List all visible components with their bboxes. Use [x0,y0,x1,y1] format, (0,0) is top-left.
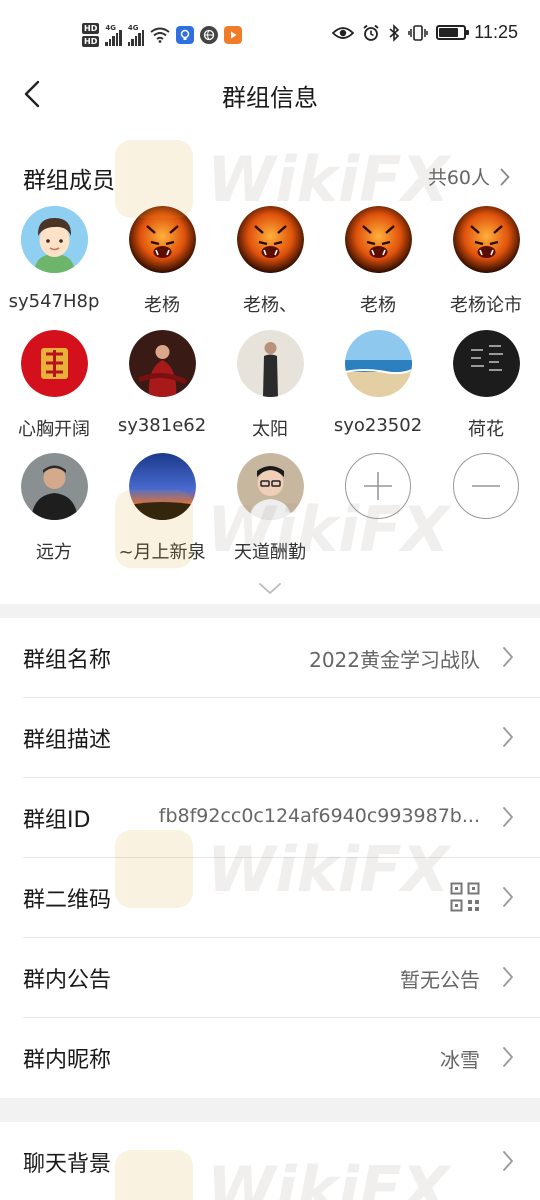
announcement-value: 暂无公告 [400,968,480,992]
status-bar-right: 11:25 [332,22,518,43]
section-divider [0,1098,540,1122]
status-bar-left: HD HD 4G 4G [82,20,243,50]
add-member-button[interactable] [324,453,432,519]
member-item[interactable]: 荷花 [432,330,540,441]
group-id-label: 群组ID [23,808,91,833]
chat-background-row[interactable]: 聊天背景 [0,1122,540,1200]
remove-member-button[interactable] [432,453,540,519]
group-id-value: fb8f92cc0c124af6940c993987b... [158,805,480,827]
nickname-label: 群内昵称 [23,1048,112,1073]
title-bar: 群组信息 [0,70,540,120]
member-item[interactable]: 老杨、 [216,206,324,317]
member-name: ~月上新泉 [118,542,206,563]
chat-background-label: 聊天背景 [23,1152,112,1177]
member-name: 太阳 [252,419,288,440]
play-app-icon [224,26,243,44]
members-header: 群组成员 共60人 [0,155,540,199]
member-name: syo23502 [333,415,423,436]
members-count: 共60人 [427,167,490,189]
signal-icon: 4G [105,24,122,46]
member-name: 老杨 [144,295,180,316]
group-name-label: 群组名称 [23,648,112,673]
avatar [236,453,304,520]
member-item[interactable]: 心胸开阔 [0,330,108,441]
avatar [452,330,520,397]
chevron-right-icon [503,807,513,827]
member-name: 远方 [36,542,72,563]
chevron-right-icon [503,647,513,667]
status-bar: HD HD 4G 4G 11:25 [0,0,540,70]
member-item[interactable]: syo23502 [324,330,432,436]
battery-icon [436,25,470,40]
member-name: 荷花 [468,419,504,440]
page-title: 群组信息 [222,84,318,112]
member-item[interactable]: 老杨 [324,206,432,317]
avatar [452,206,520,273]
hd-badge-2: HD [82,36,100,47]
announcement-row[interactable]: 群内公告 暂无公告 [0,938,540,1018]
group-description-label: 群组描述 [23,728,112,753]
announcement-label: 群内公告 [23,968,112,993]
lightbulb-app-icon [176,26,195,44]
member-item[interactable]: 天道酬勤 [216,453,324,564]
bluetooth-icon [389,23,400,42]
member-name: 老杨论市 [450,295,522,316]
signal-icon: 4G [127,24,145,46]
member-item[interactable]: 老杨 [108,206,216,317]
avatar [128,453,196,520]
group-description-row[interactable]: 群组描述 [0,698,540,778]
avatar [344,206,412,273]
member-item[interactable]: 老杨论市 [432,206,540,317]
wifi-icon [150,27,170,43]
alarm-icon [363,24,379,41]
avatar [236,330,304,397]
member-item[interactable]: ~月上新泉 [108,453,216,564]
qr-code-row[interactable]: 群二维码 [0,858,540,938]
member-name: 天道酬勤 [234,542,306,563]
member-item[interactable]: 太阳 [216,330,324,441]
minus-icon [472,485,500,487]
avatar [20,330,88,397]
member-name: sy547H8p [8,291,100,312]
qr-code-icon [450,882,480,912]
nickname-row[interactable]: 群内昵称 冰雪 [0,1018,540,1098]
chevron-right-icon [500,168,510,185]
chevron-right-icon [503,887,513,907]
members-count-link[interactable]: 共60人 [428,163,510,190]
avatar [20,206,88,273]
member-name: 心胸开阔 [18,419,90,440]
hd-badge-1: HD [82,23,100,34]
nickname-value: 冰雪 [440,1048,480,1072]
member-name: sy381e62 [117,415,207,436]
chevron-right-icon [503,1151,513,1171]
chevron-right-icon [503,1047,513,1067]
chevron-right-icon [503,967,513,987]
member-item[interactable]: sy547H8p [0,206,108,312]
group-name-value: 2022黄金学习战队 [309,648,480,672]
member-name: 老杨 [360,295,396,316]
chevron-right-icon [503,727,513,747]
members-title: 群组成员 [23,168,115,194]
qr-code-label: 群二维码 [23,888,112,913]
member-item[interactable]: 远方 [0,453,108,564]
avatar [128,330,196,397]
group-id-row[interactable]: 群组ID fb8f92cc0c124af6940c993987b... [0,778,540,858]
vibrate-icon [408,24,429,41]
expand-members-icon[interactable] [258,582,282,596]
eye-icon [332,26,355,39]
avatar [20,453,88,520]
member-item[interactable]: sy381e62 [108,330,216,436]
section-divider [0,604,540,618]
group-name-row[interactable]: 群组名称 2022黄金学习战队 [0,618,540,698]
browser-app-icon [200,26,219,44]
avatar [236,206,304,273]
hd-indicators: HD HD [82,23,100,47]
avatar [344,330,412,397]
plus-icon [364,472,392,500]
status-time: 11:25 [474,22,518,42]
avatar [128,206,196,273]
member-name: 老杨、 [243,295,297,316]
